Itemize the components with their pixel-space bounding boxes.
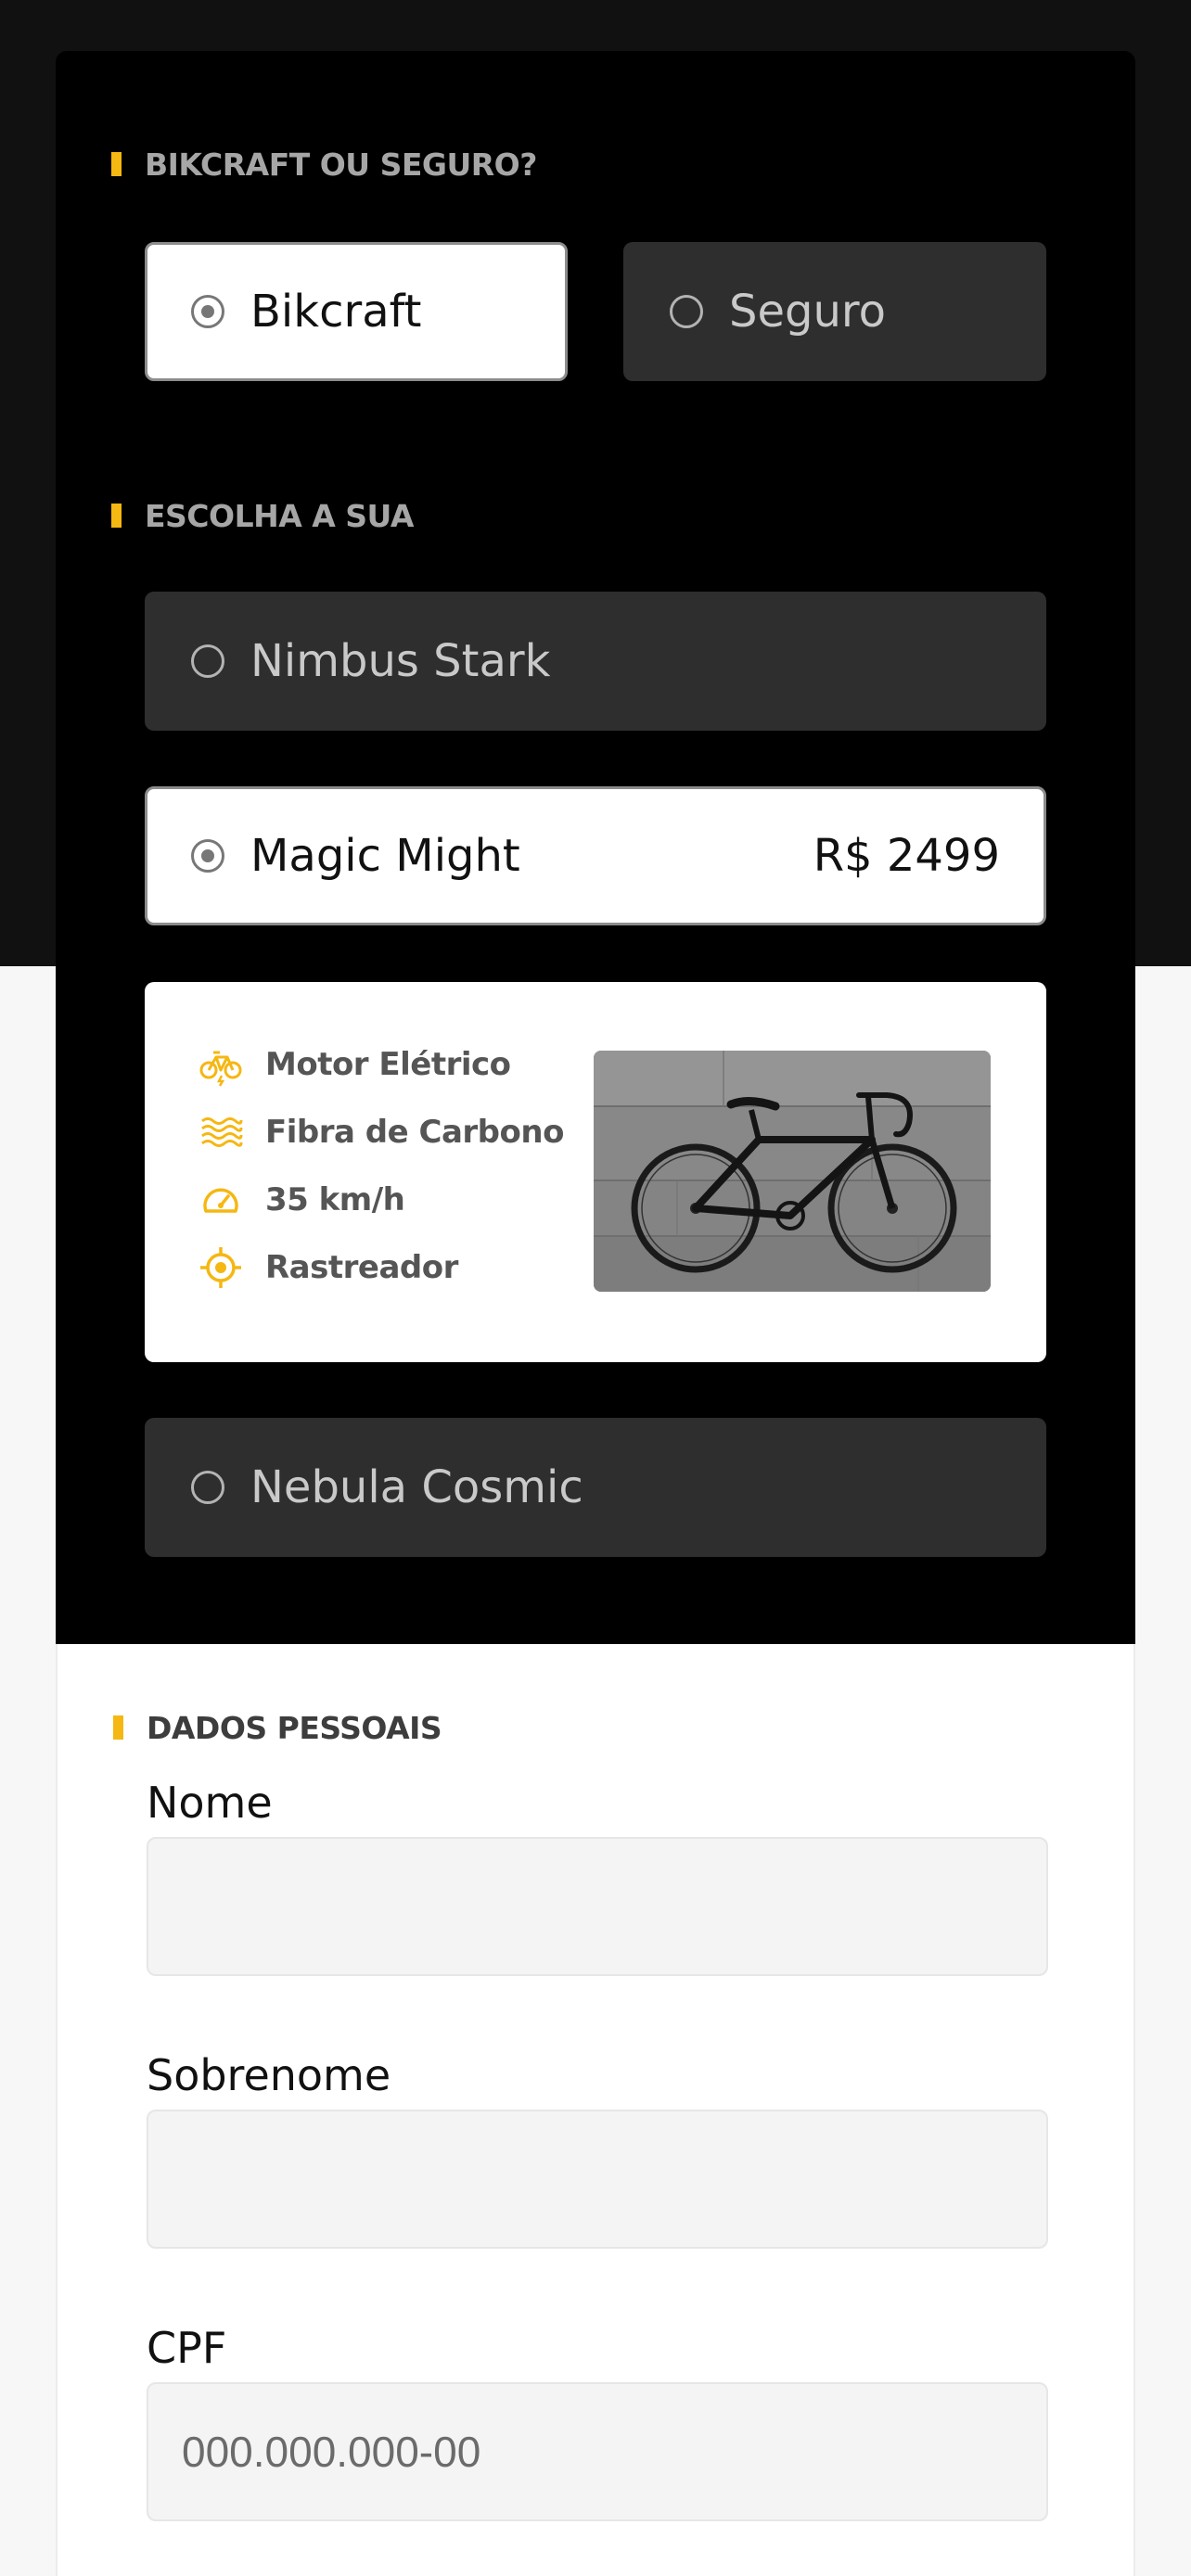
radio-option-nebula-cosmic[interactable]: Nebula Cosmic [145,1418,1046,1557]
section-title-brand: BIKCRAFT OU SEGURO? [111,146,537,183]
feature-item: Fibra de Carbono [198,1109,564,1155]
cpf-input[interactable] [147,2382,1048,2521]
carbon-fiber-icon [201,1117,243,1147]
section-title-model: ESCOLHA A SUA [111,497,414,534]
option-label: Magic Might [250,830,520,882]
section-title-personal: DADOS PESSOAIS [113,1709,442,1746]
radio-unselected-icon [670,295,703,328]
gps-tracker-icon [200,1247,241,1288]
speedometer-icon [203,1188,238,1213]
radio-option-magic-might[interactable]: Magic Might R$ 2499 [145,786,1046,925]
option-label: Nimbus Stark [250,635,551,687]
radio-selected-icon [191,839,224,873]
bicycle-photo [594,1051,991,1292]
sobrenome-label: Sobrenome [147,2050,391,2100]
feature-item: Motor Elétrico [198,1041,511,1088]
option-label: Nebula Cosmic [250,1461,583,1513]
electric-bike-icon [199,1051,242,1087]
budget-form: BIKCRAFT OU SEGURO? Bikcraft Seguro ESCO… [56,51,1135,2576]
option-price: R$ 2499 [813,830,1000,882]
radio-option-nimbus-stark[interactable]: Nimbus Stark [145,592,1046,731]
radio-option-bikcraft[interactable]: Bikcraft [145,242,568,381]
option-label: Bikcraft [250,286,422,338]
product-selection-section: BIKCRAFT OU SEGURO? Bikcraft Seguro ESCO… [56,51,1135,1644]
feature-item: 35 km/h [198,1177,405,1223]
personal-data-section: DADOS PESSOAIS Nome Sobrenome CPF [56,1644,1135,2576]
radio-selected-icon [191,295,224,328]
title-marker [111,504,122,528]
feature-item: Rastreador [198,1244,458,1291]
nome-input[interactable] [147,1837,1048,1976]
option-label: Seguro [729,286,886,338]
radio-unselected-icon [191,1471,224,1504]
radio-option-seguro[interactable]: Seguro [623,242,1046,381]
sobrenome-input[interactable] [147,2110,1048,2249]
model-details-card: Motor Elétrico Fibra de Carbono 35 km/h [145,982,1046,1362]
title-marker [111,152,122,176]
section-title-text: BIKCRAFT OU SEGURO? [145,146,537,183]
section-title-text: DADOS PESSOAIS [147,1709,442,1746]
radio-unselected-icon [191,644,224,678]
cpf-label: CPF [147,2323,227,2373]
title-marker [113,1715,123,1740]
section-title-text: ESCOLHA A SUA [145,497,414,534]
nome-label: Nome [147,1778,273,1828]
